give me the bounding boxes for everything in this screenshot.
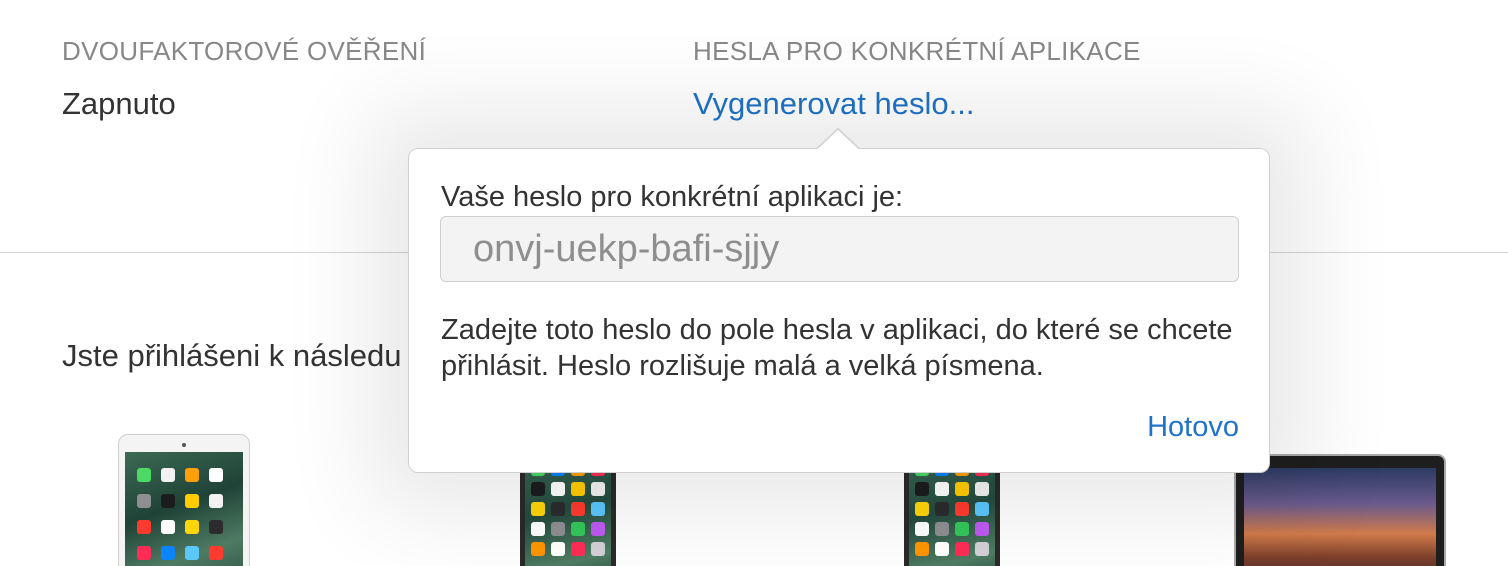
two-factor-label: DVOUFAKTOROVÉ OVĚŘENÍ — [62, 36, 427, 66]
app-specific-passwords-label: HESLA PRO KONKRÉTNÍ APLIKACE — [693, 36, 1141, 66]
generate-password-link[interactable]: Vygenerovat heslo... — [693, 86, 974, 122]
password-popover: Vaše heslo pro konkrétní aplikaci je: Za… — [408, 148, 1270, 473]
generated-password-field[interactable] — [440, 216, 1239, 282]
macbook-screen — [1244, 468, 1436, 566]
account-security-page: DVOUFAKTOROVÉ OVĚŘENÍ Zapnuto HESLA PRO … — [0, 0, 1508, 566]
done-button[interactable]: Hotovo — [1147, 411, 1239, 444]
two-factor-status: Zapnuto — [62, 86, 176, 121]
ipad-screen — [125, 452, 243, 566]
ipad-icon[interactable] — [118, 434, 250, 566]
signed-in-devices-text: Jste přihlášeni k následu — [62, 338, 402, 373]
popover-description: Zadejte toto heslo do pole hesla v aplik… — [441, 314, 1233, 382]
app-icons-grid — [125, 452, 243, 566]
popover-heading: Vaše heslo pro konkrétní aplikaci je: — [441, 181, 904, 213]
camera-dot — [182, 443, 186, 447]
